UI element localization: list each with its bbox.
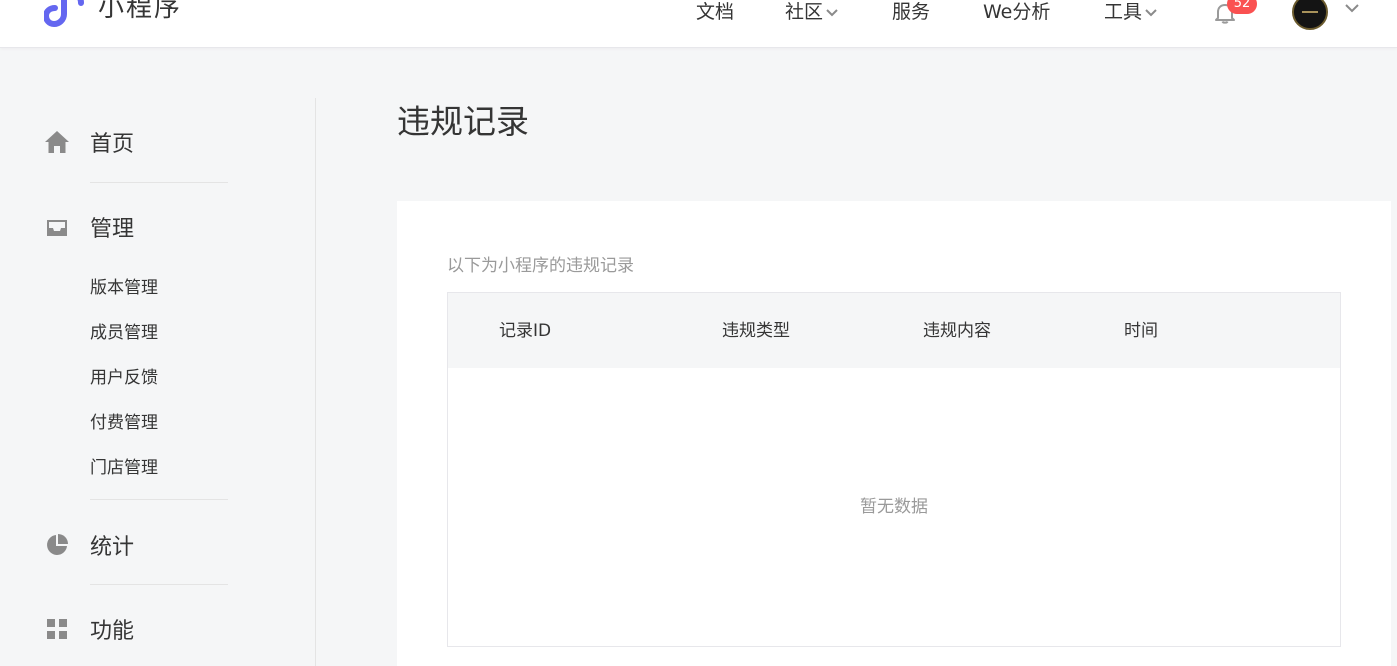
nav-community[interactable]: 社区: [785, 0, 838, 24]
pie-chart-icon: [44, 532, 70, 558]
nav-tools-label: 工具: [1104, 1, 1143, 23]
page-description: 以下为小程序的违规记录: [447, 256, 634, 276]
violation-records-table: 记录ID 违规类型 违规内容 时间 暂无数据: [447, 292, 1341, 647]
sidebar-separator: [90, 584, 228, 585]
table-header: 记录ID 违规类型 违规内容 时间: [448, 293, 1340, 368]
sidebar-item-label: 管理: [90, 217, 135, 242]
sidebar-item-manage[interactable]: 管理: [44, 212, 134, 242]
avatar-image: [1294, 0, 1326, 28]
page-title: 违规记录: [397, 102, 529, 141]
inbox-icon: [44, 214, 70, 240]
nav-we-analytics-label: We分析: [983, 1, 1051, 23]
nav-services[interactable]: 服务: [892, 0, 930, 24]
column-header-record-id: 记录ID: [499, 321, 552, 341]
sidebar-subitem-payment-management[interactable]: 付费管理: [90, 411, 158, 435]
app-name: 小程序: [98, 0, 183, 23]
column-header-time: 时间: [1124, 321, 1158, 341]
nav-community-label: 社区: [785, 1, 824, 23]
sidebar-item-label: 统计: [90, 535, 135, 560]
chevron-down-icon[interactable]: [1345, 4, 1359, 13]
sidebar-item-label: 功能: [90, 619, 135, 644]
user-avatar[interactable]: [1292, 0, 1328, 30]
mini-program-logo-icon: [44, 0, 84, 28]
sidebar-divider: [315, 98, 316, 666]
sidebar-separator: [90, 182, 228, 183]
sidebar-item-label: 首页: [90, 132, 135, 157]
nav-tools[interactable]: 工具: [1104, 0, 1157, 24]
sidebar-subitem-store-management[interactable]: 门店管理: [90, 456, 158, 480]
sidebar-subitem-version-management[interactable]: 版本管理: [90, 276, 158, 300]
grid-icon: [44, 616, 70, 642]
sidebar-item-features[interactable]: 功能: [44, 614, 134, 644]
home-icon: [44, 129, 70, 155]
sidebar-item-statistics[interactable]: 统计: [44, 530, 134, 560]
sidebar-subitem-member-management[interactable]: 成员管理: [90, 321, 158, 345]
brand-logo-link[interactable]: 小程序: [44, 0, 182, 28]
sidebar-subitem-user-feedback[interactable]: 用户反馈: [90, 366, 158, 390]
nav-docs[interactable]: 文档: [696, 0, 734, 24]
sidebar-item-home[interactable]: 首页: [44, 127, 134, 157]
chevron-down-icon: [1145, 8, 1157, 16]
nav-docs-label: 文档: [696, 1, 735, 23]
top-navigation-bar: 小程序 文档 社区 服务 We分析 工具 52: [0, 0, 1397, 48]
chevron-down-icon: [826, 8, 838, 16]
sidebar-separator: [90, 499, 228, 500]
column-header-violation-content: 违规内容: [923, 321, 991, 341]
nav-we-analytics[interactable]: We分析: [983, 0, 1050, 24]
nav-services-label: 服务: [892, 1, 931, 23]
notification-badge: 52: [1227, 0, 1257, 14]
empty-state-text: 暂无数据: [860, 497, 928, 517]
column-header-violation-type: 违规类型: [722, 321, 790, 341]
